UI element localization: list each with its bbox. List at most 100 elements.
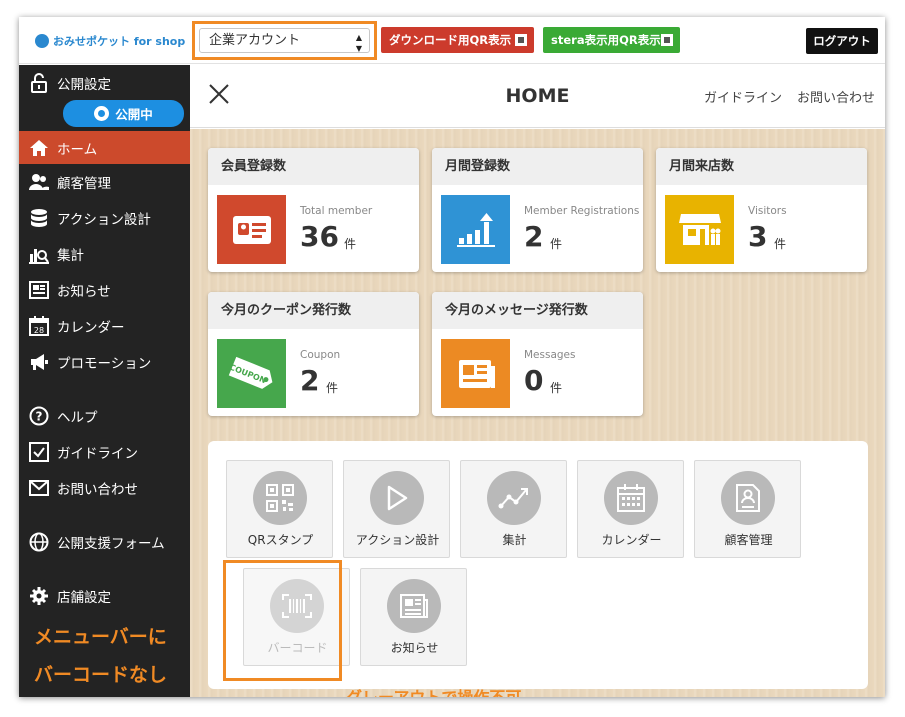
guideline-link[interactable]: ガイドライン [704,87,782,106]
account-select-value: 企業アカウント [209,33,301,48]
bar-growth-icon [441,195,510,264]
stera-qr-label: stera表示用QR表示 [551,33,661,47]
card-subtitle: Messages [524,349,576,361]
download-qr-button[interactable]: ダウンロード用QR表示 [381,27,534,53]
sidebar-item-action-design[interactable]: アクション設計 [19,202,190,234]
stat-card-monthly-coupons[interactable]: 今月のクーポン発行数 COUPON Coupon 2 件 [208,292,419,416]
sidebar-item-store-settings[interactable]: 店舗設定 [19,580,190,612]
help-icon: ? [29,406,49,426]
contact-link[interactable]: お問い合わせ [797,87,875,106]
sidebar-item-label: 公開支援フォーム [57,536,165,552]
sidebar-item-home[interactable]: ホーム [19,131,190,164]
sidebar-item-label: 公開設定 [57,77,111,93]
shortcut-customers[interactable]: 顧客管理 [694,460,801,558]
shortcut-stats[interactable]: 集計 [460,460,567,558]
svg-text:28: 28 [34,326,44,335]
shortcut-news[interactable]: お知らせ [360,568,467,666]
close-icon[interactable] [208,82,232,110]
stera-qr-button[interactable]: stera表示用QR表示 [543,27,680,53]
gear-icon [29,586,49,606]
card-title: 今月のメッセージ発行数 [432,292,643,329]
qr-code-icon [661,34,673,46]
account-select[interactable]: 企業アカウント ▲ ▼ [199,28,370,53]
account-select-highlight: 企業アカウント ▲ ▼ [192,21,377,60]
chart-search-icon [29,244,49,264]
tile-label: アクション設計 [355,533,440,547]
sidebar-item-label: ヘルプ [57,410,98,426]
calendar-icon: 28 [29,316,49,336]
card-value: 3 [748,220,768,253]
logo-mark-icon [35,34,49,48]
tile-label: お知らせ [390,641,439,655]
store-visitors-icon [665,195,734,264]
sidebar-item-label: プロモーション [57,356,152,372]
sidebar-annotation-line1: メニューバーに [34,626,167,648]
sidebar-item-customers[interactable]: 顧客管理 [19,166,190,198]
sidebar-item-news[interactable]: お知らせ [19,274,190,306]
sidebar-item-guideline[interactable]: ガイドライン [19,436,190,468]
card-title: 月間来店数 [656,148,867,185]
tile-label: 顧客管理 [724,533,773,547]
mail-icon [29,478,49,498]
sidebar-item-help[interactable]: ? ヘルプ [19,400,190,432]
newspaper-icon [387,579,441,633]
card-value: 0 [524,364,544,397]
newspaper-icon [441,339,510,408]
globe-icon [94,106,110,121]
member-card-icon [217,195,286,264]
tile-label: QRスタンプ [247,533,314,547]
card-value: 2 [524,220,544,253]
sidebar: 公開設定 公開中 ホーム 顧客管理 アクション設計 集計 お知らせ 28 カレン… [19,65,190,697]
card-unit: 件 [326,381,339,395]
sidebar-item-label: 顧客管理 [57,176,111,192]
qr-stamp-icon [253,471,307,525]
sidebar-item-label: お知らせ [57,284,111,300]
tile-label: カレンダー [601,533,662,547]
sidebar-annotation-line2: バーコードなし [34,664,168,686]
download-qr-label: ダウンロード用QR表示 [389,33,512,47]
logo-text: おみせポケット for shop [53,35,186,48]
globe-icon [29,532,49,552]
stat-card-monthly-messages[interactable]: 今月のメッセージ発行数 Messages 0 件 [432,292,643,416]
main-content: 会員登録数 Total member 36 件 月間登録数 Member Reg… [190,129,885,697]
home-icon [29,138,49,158]
card-unit: 件 [550,237,563,251]
select-arrows-icon: ▲ ▼ [355,33,362,53]
sidebar-item-label: ガイドライン [57,446,138,462]
app-window: おみせポケット for shop 企業アカウント ▲ ▼ ダウンロード用QR表示 … [19,17,885,697]
top-bar: おみせポケット for shop 企業アカウント ▲ ▼ ダウンロード用QR表示 … [19,17,885,64]
shortcut-calendar[interactable]: カレンダー [577,460,684,558]
sidebar-item-label: アクション設計 [57,212,151,228]
card-subtitle: Total member [300,205,373,217]
coupon-icon: COUPON [217,339,286,408]
lock-open-icon [29,73,49,93]
sidebar-item-publish-settings[interactable]: 公開設定 [19,67,190,99]
shortcut-qr-stamp[interactable]: QRスタンプ [226,460,333,558]
svg-text:?: ? [36,410,43,424]
sidebar-item-contact[interactable]: お問い合わせ [19,472,190,504]
sidebar-item-calendar[interactable]: 28 カレンダー [19,310,190,342]
play-icon [370,471,424,525]
card-value: 36 [300,220,339,253]
card-title: 月間登録数 [432,148,643,185]
card-unit: 件 [344,237,357,251]
sidebar-item-label: お問い合わせ [57,482,138,498]
stat-card-monthly-registrations[interactable]: 月間登録数 Member Registrations 2 件 [432,148,643,272]
sidebar-item-label: 集計 [57,248,84,264]
sidebar-item-promotion[interactable]: プロモーション [19,346,190,378]
sidebar-item-publish-support-form[interactable]: 公開支援フォーム [19,526,190,558]
shortcut-action-design[interactable]: アクション設計 [343,460,450,558]
grayout-annotation: グレーアウトで操作不可 [346,684,521,697]
stat-card-total-members[interactable]: 会員登録数 Total member 36 件 [208,148,419,272]
qr-code-icon [515,34,527,46]
stat-card-monthly-visitors[interactable]: 月間来店数 Visitors 3 件 [656,148,867,272]
publish-status-toggle[interactable]: 公開中 [63,100,184,127]
sidebar-item-label: 店舗設定 [57,590,111,606]
tile-label: 集計 [502,533,527,547]
megaphone-icon [29,352,49,372]
barcode-highlight-box [223,560,342,681]
logout-button[interactable]: ログアウト [806,28,878,54]
sidebar-item-stats[interactable]: 集計 [19,238,190,270]
brand-logo[interactable]: おみせポケット for shop [35,33,185,49]
content-header: HOME ガイドライン お問い合わせ [190,65,885,128]
